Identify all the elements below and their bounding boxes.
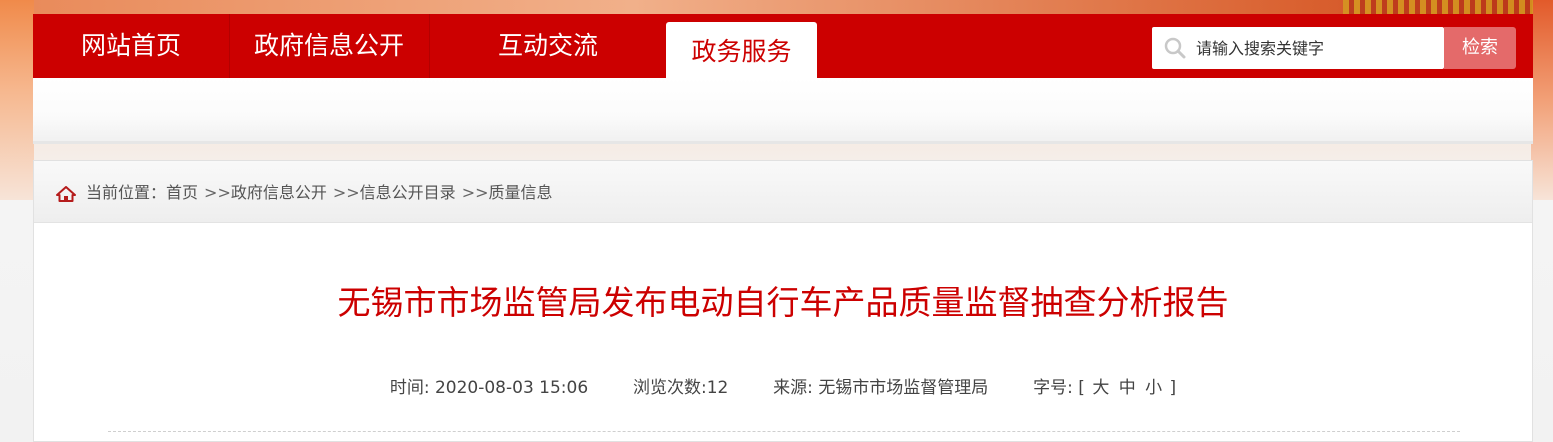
search-input[interactable]: [1196, 27, 1440, 69]
nav-item-home[interactable]: 网站首页: [33, 14, 229, 78]
meta-source: 无锡市市场监督管理局: [818, 378, 989, 398]
breadcrumb-trail: 当前位置：首页 >>政府信息公开 >>信息公开目录 >>质量信息: [86, 183, 553, 203]
search-box: [1152, 27, 1444, 69]
breadcrumb-prefix: 当前位置：: [86, 183, 167, 202]
meta-time-label: 时间:: [389, 378, 430, 398]
search-icon: [1164, 37, 1186, 59]
breadcrumb-separator: >>: [332, 183, 360, 202]
font-size-medium-button[interactable]: 中: [1119, 378, 1136, 398]
main-nav: 网站首页 政府信息公开 互动交流 政务服务 检索: [33, 14, 1533, 78]
meta-views: 12: [706, 378, 729, 398]
nav-item-interaction[interactable]: 互动交流: [429, 14, 667, 78]
font-size-bracket-open: [: [1078, 378, 1085, 398]
content-panel: 当前位置：首页 >>政府信息公开 >>信息公开目录 >>质量信息 无锡市市场监管局发布…: [33, 160, 1533, 442]
divider-dashed: [108, 431, 1460, 432]
background-decoration-top: [34, 0, 1532, 14]
search-button[interactable]: 检索: [1444, 27, 1516, 69]
nav-item-services-active[interactable]: 政务服务: [666, 22, 817, 78]
background-decoration-right: [1531, 0, 1553, 200]
nav-item-gov-info[interactable]: 政府信息公开: [229, 14, 429, 78]
subnav-band: [33, 78, 1533, 144]
breadcrumb-info-catalog[interactable]: 信息公开目录: [360, 183, 456, 202]
font-size-bracket-close: ]: [1169, 378, 1177, 398]
breadcrumb: 当前位置：首页 >>政府信息公开 >>信息公开目录 >>质量信息: [34, 161, 1532, 223]
meta-font-size-label: 字号:: [1033, 378, 1073, 398]
breadcrumb-gov-info[interactable]: 政府信息公开: [231, 183, 327, 202]
banner-decoration: [1343, 0, 1533, 14]
home-icon: [56, 186, 76, 202]
background-decoration-left: [0, 0, 34, 200]
meta-views-label: 浏览次数:: [632, 378, 707, 398]
breadcrumb-home[interactable]: 首页: [166, 183, 198, 202]
breadcrumb-quality-info[interactable]: 质量信息: [489, 183, 553, 202]
meta-source-label: 来源:: [773, 378, 813, 398]
article-title: 无锡市市场监管局发布电动自行车产品质量监督抽查分析报告: [337, 283, 1229, 322]
breadcrumb-separator: >>: [461, 183, 489, 202]
breadcrumb-separator: >>: [204, 183, 231, 202]
font-size-large-button[interactable]: 大: [1092, 378, 1109, 398]
article-meta: 时间: 2020-08-03 15:06 浏览次数:12 来源: 无锡市市场监督…: [34, 377, 1532, 399]
meta-time: 2020-08-03 15:06: [434, 378, 589, 398]
font-size-small-button[interactable]: 小: [1145, 378, 1162, 398]
